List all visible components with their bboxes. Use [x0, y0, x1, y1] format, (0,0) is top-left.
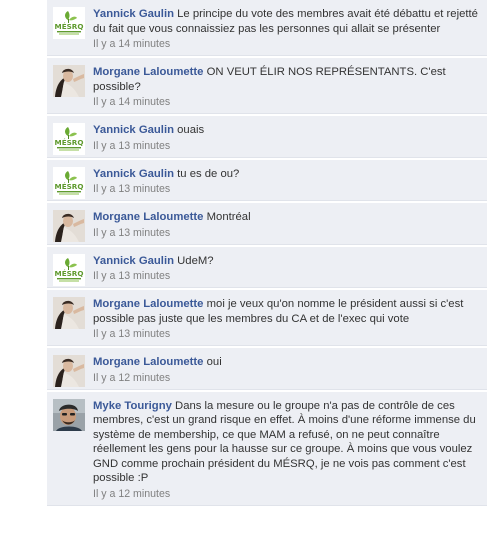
comment-timestamp[interactable]: Il y a 14 minutes: [93, 37, 479, 51]
comment-text: oui: [206, 356, 222, 368]
comment-timestamp[interactable]: Il y a 13 minutes: [93, 327, 479, 341]
comment-item: Myke Tourigny Dans la mesure ou le group…: [47, 391, 487, 506]
svg-text:MÉSRQ: MÉSRQ: [55, 269, 84, 278]
avatar[interactable]: [53, 210, 85, 242]
comment-timestamp[interactable]: Il y a 13 minutes: [93, 226, 479, 240]
comment-body: Morgane Laloumette Montréal: [93, 210, 479, 225]
comment-timestamp[interactable]: Il y a 14 minutes: [93, 95, 479, 109]
comment-timestamp[interactable]: Il y a 12 minutes: [93, 487, 479, 501]
comment-item: Morgane Laloumette ON VEUT ÉLIR NOS REPR…: [47, 58, 487, 114]
comment-item: MÉSRQ Yannick Gaulin tu es de ou? Il y a 1…: [47, 159, 487, 201]
comment-item: Morgane Laloumette moi je veux qu'on nom…: [47, 290, 487, 346]
comment-item: Morgane Laloumette Montréal Il y a 13 min…: [47, 203, 487, 245]
comment-text: Montréal: [206, 211, 251, 223]
comment-feed: MÉSRQ Yannick Gaulin Le principe du vote …: [47, 0, 487, 508]
comment-author-link[interactable]: Myke Tourigny: [93, 400, 172, 412]
comment-timestamp[interactable]: Il y a 13 minutes: [93, 182, 479, 196]
comment-text: tu es de ou?: [177, 167, 240, 180]
avatar[interactable]: [53, 297, 85, 329]
mesrq-logo-avatar[interactable]: MÉSRQ: [53, 123, 85, 155]
comment-item: MÉSRQ Yannick Gaulin ouais Il y a 13 minut…: [47, 116, 487, 158]
comment-author-link[interactable]: Morgane Laloumette: [93, 356, 203, 368]
comment-body: Morgane Laloumette moi je veux qu'on nom…: [93, 297, 479, 326]
comment-body: Morgane Laloumette oui: [93, 355, 479, 370]
comment-author-link[interactable]: Morgane Laloumette: [93, 298, 203, 310]
avatar[interactable]: [53, 398, 85, 431]
comment-author-link[interactable]: Yannick Gaulin: [93, 168, 174, 180]
avatar[interactable]: [53, 65, 85, 97]
comment-item: Morgane Laloumette oui Il y a 12 minutes: [47, 348, 487, 390]
comment-body: Yannick Gaulin tu es de ou?: [93, 167, 479, 182]
comment-body: Yannick Gaulin UdeM?: [93, 254, 479, 269]
comment-text: Dans la mesure ou le groupe n'a pas de c…: [93, 399, 476, 485]
comment-text: UdeM?: [177, 254, 214, 267]
svg-text:MÉSRQ: MÉSRQ: [55, 138, 84, 147]
comment-item: MÉSRQ Yannick Gaulin Le principe du vote …: [47, 0, 487, 56]
comment-author-link[interactable]: Morgane Laloumette: [93, 211, 203, 223]
comment-timestamp[interactable]: Il y a 13 minutes: [93, 139, 479, 153]
comment-author-link[interactable]: Morgane Laloumette: [93, 66, 203, 78]
comment-author-link[interactable]: Yannick Gaulin: [93, 124, 174, 136]
comment-author-link[interactable]: Yannick Gaulin: [93, 8, 174, 20]
avatar[interactable]: [53, 355, 85, 387]
comment-timestamp[interactable]: Il y a 13 minutes: [93, 269, 479, 283]
comment-timestamp[interactable]: Il y a 12 minutes: [93, 371, 479, 385]
mesrq-logo-avatar[interactable]: MÉSRQ: [53, 253, 85, 286]
comment-body: Morgane Laloumette ON VEUT ÉLIR NOS REPR…: [93, 65, 479, 94]
comment-body: Yannick Gaulin Le principe du vote des m…: [93, 7, 479, 36]
mesrq-logo-avatar[interactable]: MÉSRQ: [53, 7, 85, 39]
comment-text: ouais: [177, 124, 205, 136]
comment-body: Yannick Gaulin ouais: [93, 123, 479, 138]
comment-item: MÉSRQ Yannick Gaulin UdeM? Il y a 13 minut…: [47, 246, 487, 288]
svg-text:MÉSRQ: MÉSRQ: [55, 182, 84, 191]
comment-body: Myke Tourigny Dans la mesure ou le group…: [93, 399, 479, 486]
comment-author-link[interactable]: Yannick Gaulin: [93, 255, 174, 267]
mesrq-logo-avatar[interactable]: MÉSRQ: [53, 166, 85, 199]
svg-text:MÉSRQ: MÉSRQ: [55, 22, 84, 31]
